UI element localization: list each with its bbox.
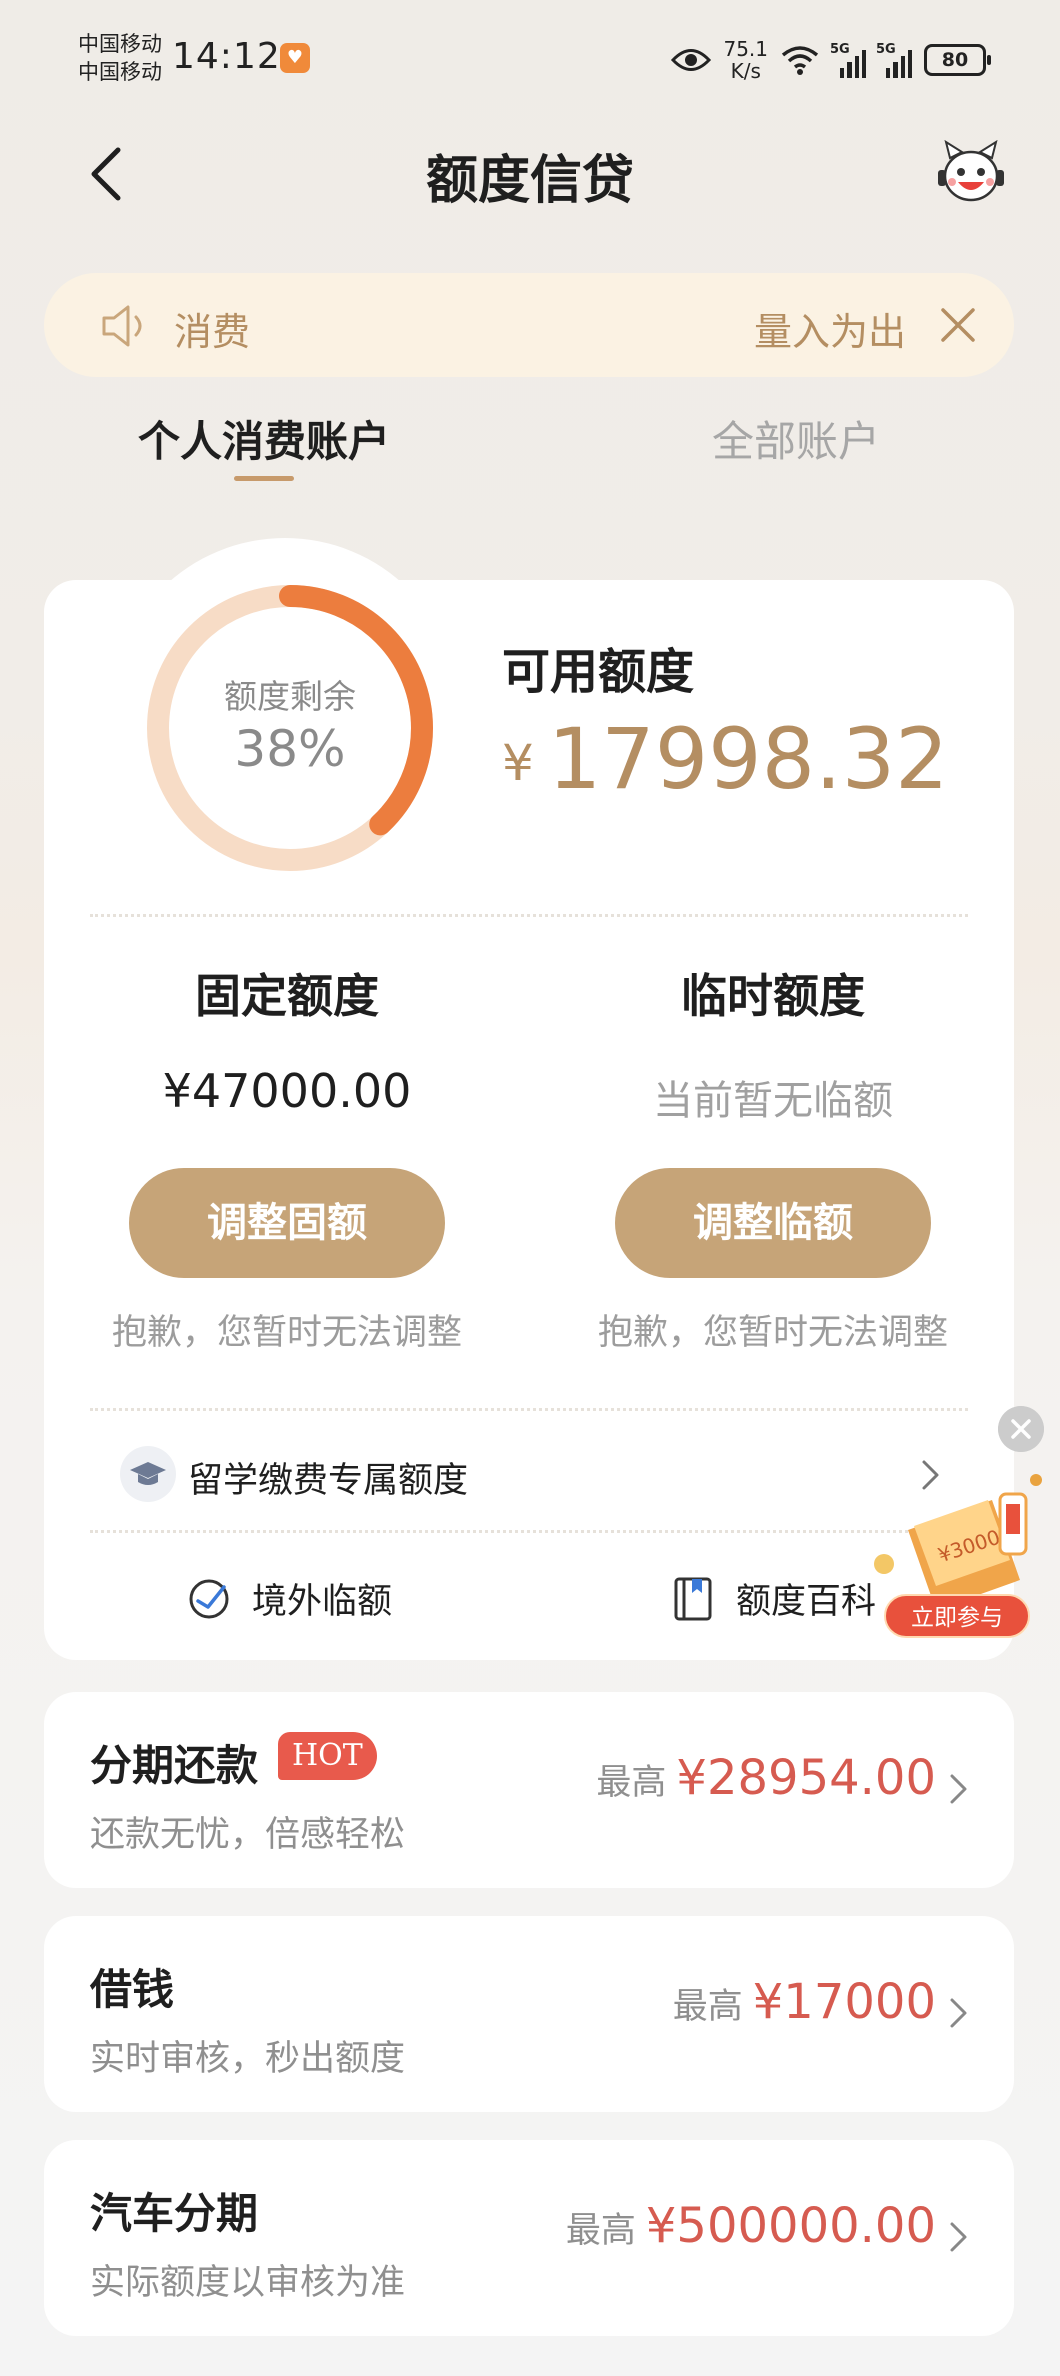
notice-text-right: 量入为出: [753, 310, 906, 354]
adjust-temporary-credit-button[interactable]: 调整临额: [615, 1168, 931, 1278]
tab-personal-consumer-account[interactable]: 个人消费账户: [138, 408, 390, 469]
available-credit-value: 17998.32: [547, 710, 949, 808]
divider: [90, 1530, 968, 1533]
net-speed: 75.1 K/s: [723, 38, 768, 82]
carrier-2: 中国移动: [78, 60, 162, 84]
product-max-amount: 最高 ¥500000.00: [566, 2198, 936, 2254]
speaker-icon: [102, 305, 142, 347]
installment-repayment-card[interactable]: 分期还款 HOT 还款无忧，倍感轻松 最高 ¥28954.00: [44, 1692, 1014, 1888]
product-max-amount: 最高 ¥17000: [673, 1974, 936, 2030]
currency-symbol: ¥: [502, 734, 534, 792]
available-credit-label: 可用额度: [502, 644, 695, 700]
join-now-button[interactable]: 立即参与: [884, 1594, 1030, 1638]
book-icon: [674, 1577, 712, 1621]
notice-bar[interactable]: 消费 量入为出: [44, 273, 1014, 377]
status-bar: 中国移动 中国移动 14:12 ♥ 75.1 K/s 5G 5G 80: [0, 0, 1060, 118]
tab-all-accounts[interactable]: 全部账户: [712, 408, 880, 469]
product-title: 借钱: [90, 1965, 175, 2014]
close-icon[interactable]: [940, 307, 976, 343]
ring-label: 额度剩余: [224, 677, 356, 716]
credit-wiki-label: 额度百科: [736, 1581, 877, 1622]
max-prefix: 最高: [596, 1763, 667, 1803]
net-speed-value: 75.1: [723, 37, 768, 61]
ring-value: 38%: [234, 720, 346, 778]
active-tab-indicator: [234, 476, 294, 481]
borrow-money-card[interactable]: 借钱 实时审核，秒出额度 最高 ¥17000: [44, 1916, 1014, 2112]
promo-close-icon[interactable]: [998, 1406, 1044, 1452]
overseas-temp-credit-entry[interactable]: 境外临额: [184, 1568, 392, 1628]
wifi-icon: [781, 46, 819, 75]
temporary-credit-note: 抱歉，您暂时无法调整: [597, 1313, 948, 1353]
fixed-credit-note: 抱歉，您暂时无法调整: [111, 1313, 462, 1353]
max-prefix: 最高: [672, 1987, 743, 2027]
signal-2-icon: 5G: [876, 42, 912, 78]
credit-wiki-entry[interactable]: 额度百科: [668, 1568, 876, 1628]
chevron-right-icon: [950, 1774, 967, 1804]
overseas-temp-credit-label: 境外临额: [252, 1581, 393, 1622]
carrier-labels: 中国移动 中国移动: [78, 30, 162, 86]
app-notification-icon: ♥: [280, 43, 310, 73]
hot-badge: HOT: [278, 1732, 377, 1780]
page-title: 额度信贷: [425, 151, 634, 211]
signal-2-label: 5G: [876, 42, 896, 57]
clock: 14:12: [172, 36, 281, 77]
fixed-credit-title: 固定额度: [195, 969, 379, 1023]
net-speed-unit: K/s: [730, 59, 761, 83]
chevron-right-icon: [950, 2222, 967, 2252]
notice-text-left: 消费: [174, 310, 251, 354]
fixed-credit-value: ¥47000.00: [162, 1064, 412, 1118]
product-subtitle: 实时审核，秒出额度: [90, 2039, 406, 2079]
study-abroad-label: 留学缴费专属额度: [188, 1461, 469, 1501]
product-subtitle: 还款无忧，倍感轻松: [90, 1815, 406, 1855]
available-credit-amount: ¥17998.32: [502, 710, 949, 808]
max-amount-value: ¥17000: [752, 1974, 936, 2030]
mascot-icon[interactable]: [936, 140, 1006, 206]
eye-icon: [671, 49, 712, 71]
divider: [90, 1408, 968, 1411]
product-title: 分期还款: [90, 1741, 259, 1790]
temporary-credit-value: 当前暂无临额: [653, 1078, 893, 1124]
battery-icon: 80: [924, 44, 991, 76]
product-subtitle: 实际额度以审核为准: [90, 2263, 406, 2303]
globe-plane-icon: [189, 1579, 229, 1619]
car-installment-card[interactable]: 汽车分期 实际额度以审核为准 最高 ¥500000.00: [44, 2140, 1014, 2336]
product-max-amount: 最高 ¥28954.00: [596, 1750, 936, 1806]
status-indicators: 75.1 K/s 5G 5G 80: [671, 32, 991, 88]
carrier-1: 中国移动: [78, 32, 162, 56]
signal-1-icon: 5G: [830, 42, 866, 78]
graduation-cap-icon: [120, 1446, 176, 1502]
max-prefix: 最高: [565, 2211, 636, 2251]
product-title: 汽车分期: [90, 2189, 259, 2238]
max-amount-value: ¥500000.00: [645, 2198, 936, 2254]
temporary-credit-title: 临时额度: [681, 969, 865, 1023]
adjust-fixed-credit-button[interactable]: 调整固额: [129, 1168, 445, 1278]
divider: [90, 914, 968, 917]
max-amount-value: ¥28954.00: [676, 1750, 936, 1806]
signal-1-label: 5G: [830, 42, 850, 57]
chevron-right-icon: [950, 1998, 967, 2028]
